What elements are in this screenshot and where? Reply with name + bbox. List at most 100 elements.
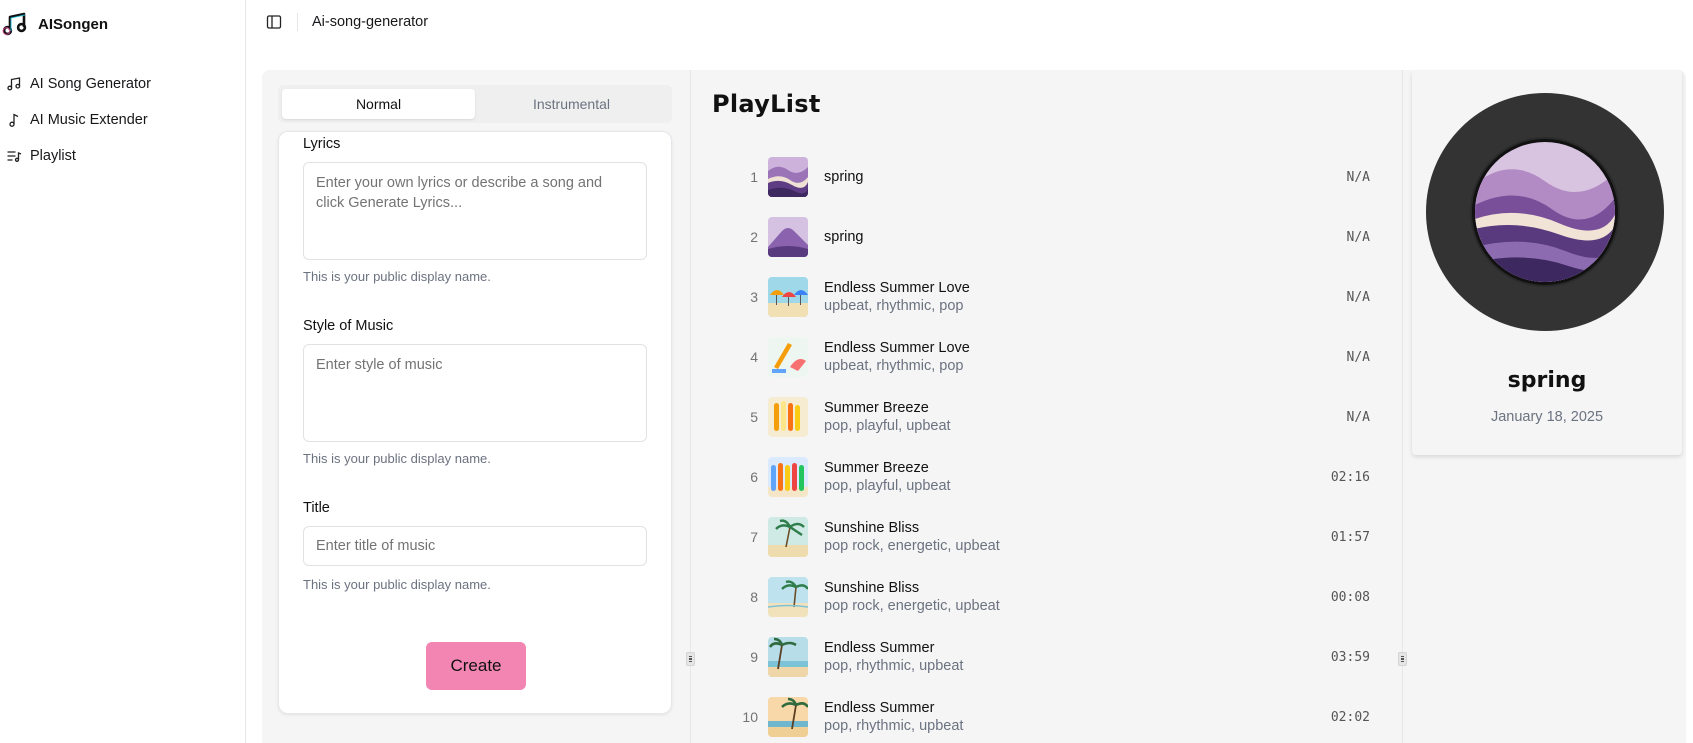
track-tags: pop rock, energetic, upbeat <box>824 538 1000 554</box>
single-note-icon <box>9 113 19 127</box>
lyrics-hint: This is your public display name. <box>303 269 491 284</box>
sidebar-nav: AI Song Generator AI Music Extender Play… <box>6 66 238 174</box>
playlist-row[interactable]: 3 Endless Summer Love upbeat, rhythmic, po… <box>732 267 1392 327</box>
track-number: 10 <box>742 709 758 725</box>
playlist-row[interactable]: 10 Endless Summer pop, rhythmic, upbeat 02:… <box>732 687 1392 743</box>
sidebar-item-label: AI Music Extender <box>30 112 148 128</box>
create-button[interactable]: Create <box>426 642 526 690</box>
track-info: Endless Summer pop, rhythmic, upbeat <box>824 700 963 734</box>
sidebar-item-playlist[interactable]: Playlist <box>6 138 238 174</box>
playlist-row[interactable]: 5 Summer Breeze pop, playful, upbeat N/A <box>732 387 1392 447</box>
track-cover <box>768 577 808 617</box>
title-input[interactable] <box>303 526 647 566</box>
track-number: 3 <box>750 289 758 305</box>
track-duration: 01:57 <box>1330 529 1370 545</box>
track-title: spring <box>824 169 864 185</box>
track-tags: pop, playful, upbeat <box>824 418 951 434</box>
track-title: spring <box>824 229 864 245</box>
track-cover <box>768 277 808 317</box>
playlist-panel: PlayList 1 spring N/A 2 spring N/A 3 Endless Su… <box>712 70 1414 743</box>
sidebar-item-ai-song-generator[interactable]: AI Song Generator <box>6 66 238 102</box>
panel-divider <box>690 70 691 743</box>
sidebar: AISongen AI Song Generator AI Music Exte… <box>0 0 246 743</box>
track-cover <box>768 337 808 377</box>
style-input[interactable] <box>303 344 647 442</box>
resize-handle-right[interactable] <box>1398 652 1407 666</box>
brand[interactable]: AISongen <box>2 10 108 38</box>
track-duration: 02:16 <box>1330 469 1370 485</box>
track-title: Summer Breeze <box>824 460 929 476</box>
track-number: 4 <box>750 349 758 365</box>
track-duration: N/A <box>1346 289 1370 305</box>
now-playing-title: spring <box>1507 368 1587 393</box>
tab-instrumental[interactable]: Instrumental <box>475 89 668 119</box>
sidebar-item-ai-music-extender[interactable]: AI Music Extender <box>6 102 238 138</box>
playlist-icon <box>7 151 22 162</box>
music-notes-icon <box>2 12 27 36</box>
mode-tabs: Normal Instrumental <box>278 85 672 123</box>
track-info: Endless Summer pop, rhythmic, upbeat <box>824 640 963 674</box>
playlist-row[interactable]: 8 Sunshine Bliss pop rock, energetic, upbe… <box>732 567 1392 627</box>
track-number: 1 <box>750 169 758 185</box>
track-cover <box>768 157 808 197</box>
track-title: Sunshine Bliss <box>824 520 920 536</box>
playlist-row[interactable]: 7 Sunshine Bliss pop rock, energetic, upbe… <box>732 507 1392 567</box>
lyrics-label: Lyrics <box>303 136 341 152</box>
tab-normal[interactable]: Normal <box>282 89 475 119</box>
playlist-row[interactable]: 4 Endless Summer Love upbeat, rhythmic, po… <box>732 327 1392 387</box>
track-number: 7 <box>750 529 758 545</box>
song-form: Lyrics This is your public display name.… <box>278 131 672 714</box>
title-hint: This is your public display name. <box>303 577 491 592</box>
track-duration: N/A <box>1346 349 1370 365</box>
track-tags: pop, rhythmic, upbeat <box>824 718 964 734</box>
track-title: Summer Breeze <box>824 400 929 416</box>
title-label: Title <box>303 500 330 516</box>
panel-divider <box>1402 70 1403 743</box>
playlist-row[interactable]: 2 spring N/A <box>732 207 1392 267</box>
track-duration: N/A <box>1346 229 1370 245</box>
playlist-row[interactable]: 1 spring N/A <box>732 147 1392 207</box>
track-cover <box>768 697 808 737</box>
header-divider <box>297 13 298 31</box>
track-cover <box>768 637 808 677</box>
playlist-list: 1 spring N/A 2 spring N/A 3 Endless Summer Love… <box>732 147 1392 743</box>
track-tags: pop, rhythmic, upbeat <box>824 658 964 674</box>
vinyl-disc[interactable] <box>1426 93 1664 331</box>
track-cover <box>768 517 808 557</box>
track-info: Endless Summer Love upbeat, rhythmic, pop <box>824 340 970 374</box>
playlist-row[interactable]: 6 Summer Breeze pop, playful, upbeat 02:16 <box>732 447 1392 507</box>
track-number: 6 <box>750 469 758 485</box>
track-title: Endless Summer Love <box>824 340 970 356</box>
track-info: Summer Breeze pop, playful, upbeat <box>824 400 951 434</box>
track-info: spring <box>824 229 864 245</box>
track-number: 8 <box>750 589 758 605</box>
track-info: spring <box>824 169 864 185</box>
main-panel: Normal Instrumental Lyrics This is your … <box>262 70 1686 743</box>
now-playing-date: January 18, 2025 <box>1490 409 1604 425</box>
track-duration: 03:59 <box>1330 649 1370 665</box>
track-cover <box>768 217 808 257</box>
breadcrumb: Ai-song-generator <box>312 14 429 30</box>
track-tags: pop, playful, upbeat <box>824 478 951 494</box>
playlist-row[interactable]: 9 Endless Summer pop, rhythmic, upbeat 03:5… <box>732 627 1392 687</box>
now-playing-cover <box>1472 139 1618 285</box>
track-info: Endless Summer Love upbeat, rhythmic, pop <box>824 280 970 314</box>
track-title: Endless Summer Love <box>824 280 970 296</box>
sidebar-item-label: Playlist <box>30 148 76 164</box>
track-number: 5 <box>750 409 758 425</box>
now-playing-card: spring January 18, 2025 <box>1412 70 1682 455</box>
track-duration: N/A <box>1346 169 1370 185</box>
sidebar-item-label: AI Song Generator <box>30 76 151 92</box>
app-root: AISongen AI Song Generator AI Music Exte… <box>0 0 1693 743</box>
brand-name: AISongen <box>38 15 108 33</box>
resize-handle-left[interactable] <box>686 652 695 666</box>
style-hint: This is your public display name. <box>303 451 491 466</box>
track-info: Sunshine Bliss pop rock, energetic, upbea… <box>824 580 1000 614</box>
track-title: Endless Summer <box>824 700 935 716</box>
lyrics-input[interactable] <box>303 162 647 260</box>
sidebar-toggle-button[interactable] <box>263 11 285 33</box>
top-header: Ai-song-generator <box>247 0 1693 44</box>
playlist-heading: PlayList <box>712 90 821 118</box>
track-info: Summer Breeze pop, playful, upbeat <box>824 460 951 494</box>
track-number: 9 <box>750 649 758 665</box>
